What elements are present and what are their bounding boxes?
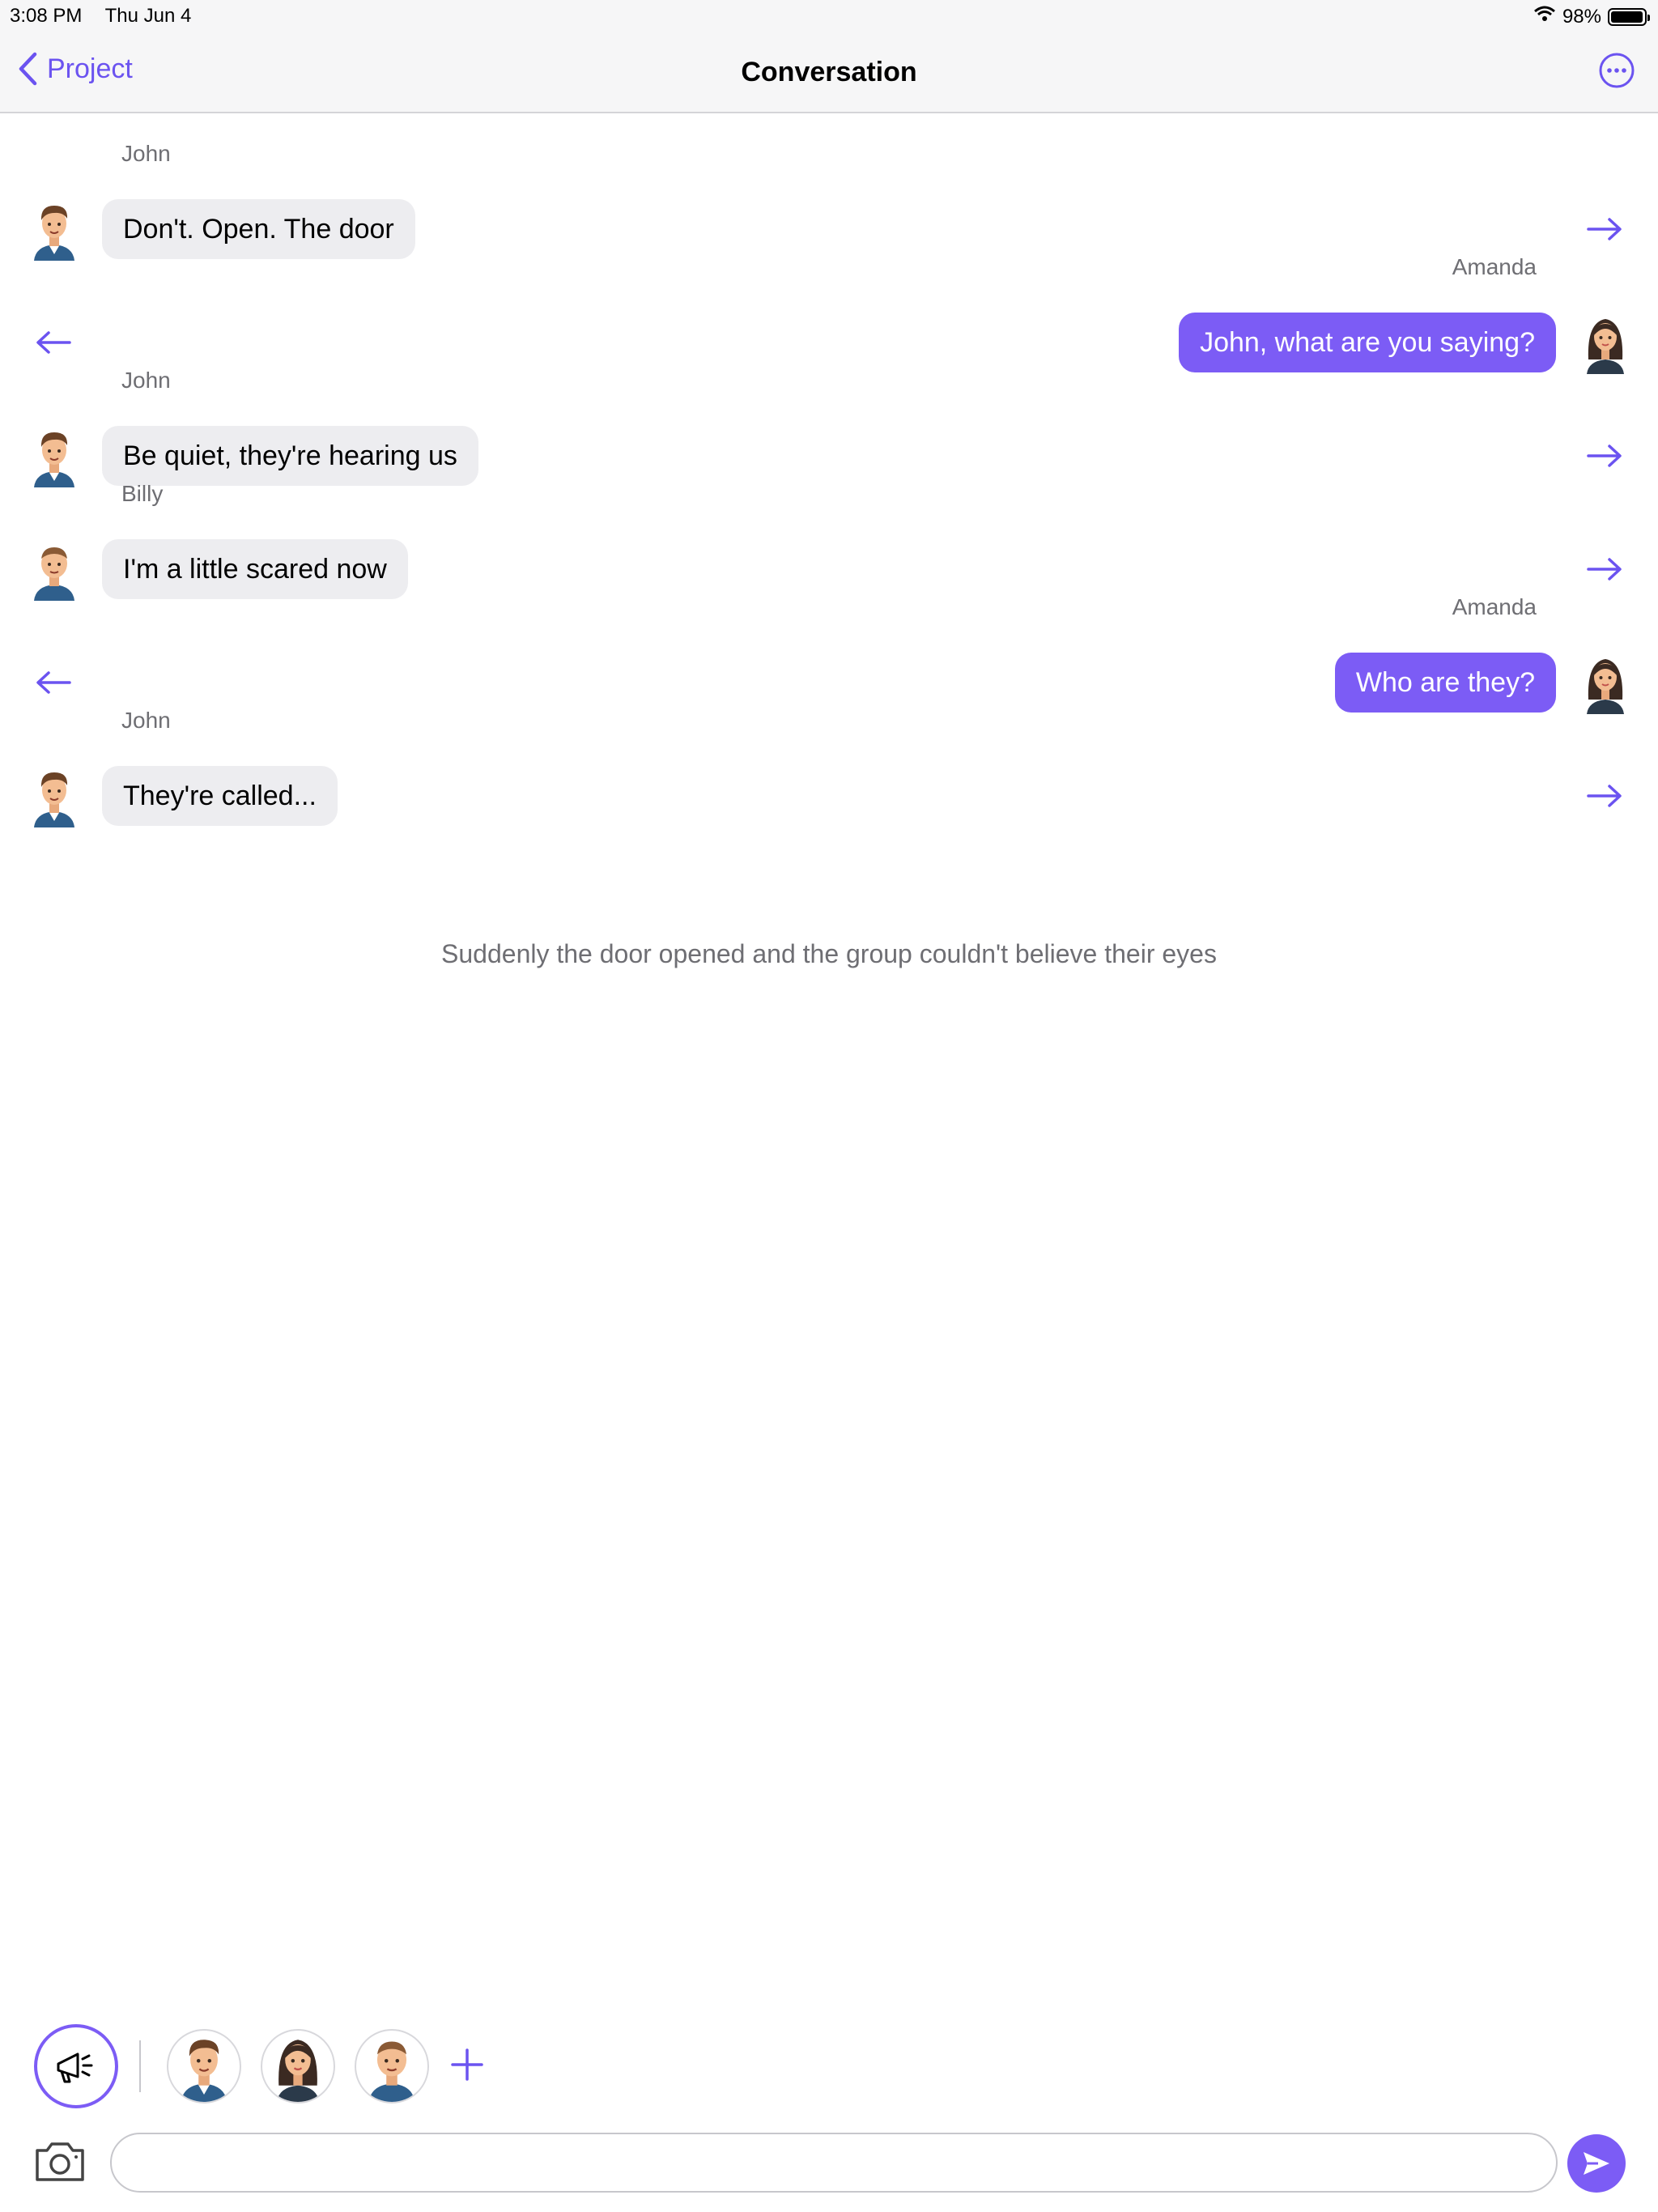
amanda-avatar	[1580, 311, 1630, 374]
navigation-bar: Project Conversation	[0, 32, 1658, 113]
arrow-right-icon[interactable]	[1587, 444, 1622, 468]
arrow-right-icon[interactable]	[1587, 217, 1622, 241]
status-time-date: 3:08 PM Thu Jun 4	[10, 5, 209, 28]
ellipsis-circle-icon	[1599, 53, 1635, 88]
sender-name: John	[121, 368, 171, 393]
megaphone-icon	[57, 2052, 93, 2083]
character-selector	[0, 2024, 1658, 2113]
john-avatar	[176, 2031, 232, 2102]
message-bubble[interactable]: Who are they?	[1334, 653, 1556, 713]
message-bubble[interactable]: Be quiet, they're hearing us	[102, 426, 478, 486]
message-bubble[interactable]: Don't. Open. The door	[102, 199, 415, 259]
toolbar-divider	[139, 2040, 141, 2092]
camera-button[interactable]	[32, 2138, 87, 2189]
more-button[interactable]	[1598, 52, 1635, 93]
amanda-avatar	[270, 2031, 326, 2102]
sender-name: John	[121, 708, 171, 733]
plus-icon	[451, 2048, 483, 2081]
character-amanda-button[interactable]	[261, 2029, 335, 2104]
battery-icon	[1608, 7, 1650, 26]
paper-plane-icon	[1584, 2152, 1609, 2175]
status-date: Thu Jun 4	[104, 5, 192, 27]
message-input[interactable]	[110, 2133, 1558, 2193]
sender-name: Amanda	[1452, 594, 1537, 619]
status-indicators: 98%	[1533, 5, 1650, 28]
status-bar: 3:08 PM Thu Jun 4 98%	[0, 0, 1658, 32]
message-bubble[interactable]: John, what are you saying?	[1179, 313, 1556, 372]
sender-name: Billy	[121, 481, 164, 506]
sender-name: Amanda	[1452, 254, 1537, 279]
arrow-left-icon[interactable]	[36, 330, 71, 355]
send-button[interactable]	[1567, 2134, 1626, 2193]
character-billy-button[interactable]	[355, 2029, 429, 2104]
battery-percent: 98%	[1562, 5, 1601, 28]
billy-avatar	[29, 538, 79, 601]
wifi-icon	[1533, 5, 1556, 28]
sender-name: John	[121, 141, 171, 166]
arrow-right-icon[interactable]	[1587, 784, 1622, 808]
amanda-avatar	[1580, 651, 1630, 714]
billy-avatar	[363, 2031, 420, 2102]
john-avatar	[29, 764, 79, 827]
message-bubble[interactable]: They're called...	[102, 766, 338, 826]
status-time: 3:08 PM	[10, 5, 83, 27]
john-avatar	[29, 424, 79, 487]
composer	[0, 2131, 1658, 2196]
add-character-button[interactable]	[449, 2047, 485, 2087]
narration-text[interactable]: Suddenly the door opened and the group c…	[0, 939, 1658, 969]
arrow-left-icon[interactable]	[36, 670, 71, 695]
camera-icon	[36, 2142, 84, 2181]
narrator-button[interactable]	[34, 2024, 118, 2108]
arrow-right-icon[interactable]	[1587, 557, 1622, 581]
john-avatar	[29, 198, 79, 261]
message-bubble[interactable]: I'm a little scared now	[102, 539, 408, 599]
character-john-button[interactable]	[167, 2029, 241, 2104]
page-title: Conversation	[741, 57, 917, 87]
